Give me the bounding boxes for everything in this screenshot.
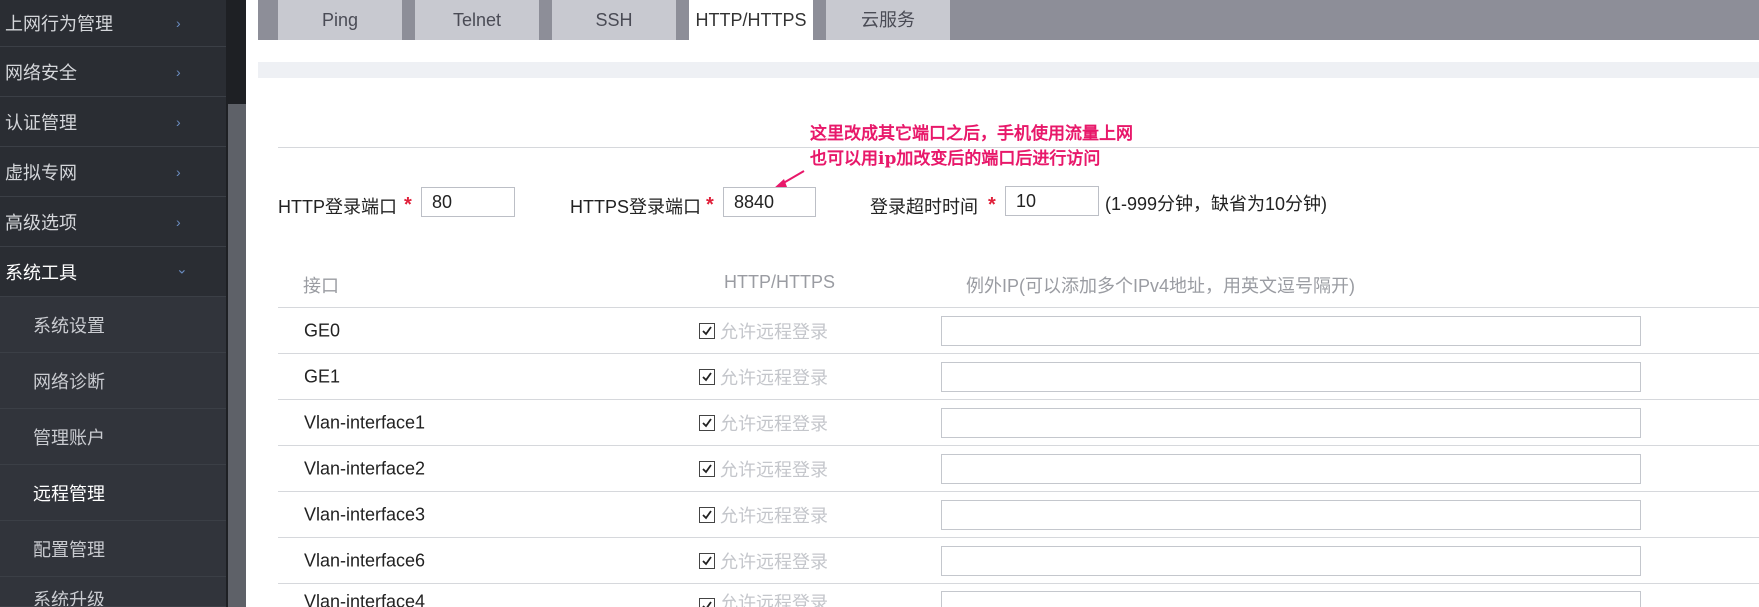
- checkbox-label: 允许远程登录: [720, 593, 828, 607]
- sidebar-item-label: 高级选项: [5, 212, 77, 233]
- interface-name: Vlan-interface3: [304, 504, 426, 524]
- content-gutter: [246, 0, 258, 607]
- required-mark: *: [706, 194, 714, 216]
- exception-ip-input[interactable]: [941, 591, 1641, 607]
- login-timeout-hint: (1-999分钟，缺省为10分钟): [1105, 194, 1328, 214]
- column-header-exception-ip: 例外IP(可以添加多个IPv4地址，用英文逗号隔开): [966, 276, 1356, 296]
- sidebar-item-label: 网络安全: [5, 62, 77, 83]
- table-row: GE1 允许远程登录: [278, 354, 1759, 400]
- interface-name: GE0: [304, 320, 341, 340]
- exception-ip-input[interactable]: [941, 453, 1641, 484]
- table-row: Vlan-interface3 允许远程登录: [278, 492, 1759, 538]
- sidebar-subitem-label: 配置管理: [33, 539, 105, 560]
- interface-name: Vlan-interface6: [304, 550, 426, 570]
- allow-remote-login-checkbox[interactable]: [699, 460, 715, 477]
- check-icon: [702, 509, 712, 519]
- sidebar-item-label: 系统工具: [5, 262, 77, 283]
- checkbox-label: 允许远程登录: [720, 459, 828, 480]
- exception-ip-input[interactable]: [941, 545, 1641, 576]
- tab-http-https[interactable]: HTTP/HTTPS: [689, 0, 813, 42]
- exception-ip-input[interactable]: [941, 499, 1641, 530]
- allow-remote-login-checkbox[interactable]: [699, 322, 715, 339]
- sidebar-item-advanced[interactable]: 高级选项 ›: [0, 197, 226, 247]
- checkbox-label: 允许远程登录: [720, 505, 828, 526]
- checkbox-label: 允许远程登录: [720, 413, 828, 434]
- sidebar-item-behavior-management[interactable]: 上网行为管理 ›: [0, 0, 226, 47]
- http-port-input[interactable]: 80: [421, 187, 515, 217]
- exception-ip-input[interactable]: [941, 315, 1641, 346]
- interface-name: Vlan-interface4: [304, 591, 426, 607]
- column-header-interface: 接口: [303, 276, 339, 296]
- interface-name: Vlan-interface1: [304, 412, 426, 432]
- chevron-right-icon: ›: [176, 163, 181, 180]
- table-row: Vlan-interface1 允许远程登录: [278, 400, 1759, 446]
- check-icon: [702, 325, 712, 335]
- chevron-down-icon: ⌄: [176, 260, 188, 277]
- sidebar-subitem-admin-accounts[interactable]: 管理账户: [0, 409, 226, 465]
- table-row: Vlan-interface6 允许远程登录: [278, 538, 1759, 584]
- sidebar-item-auth-management[interactable]: 认证管理 ›: [0, 97, 226, 147]
- allow-remote-login-checkbox[interactable]: [699, 598, 715, 607]
- https-port-label: HTTPS登录端口: [570, 197, 702, 217]
- sidebar-item-label: 上网行为管理: [5, 14, 113, 34]
- check-icon: [702, 417, 712, 427]
- sidebar-scrollbar-thumb[interactable]: [228, 104, 246, 607]
- checkbox-label: 允许远程登录: [720, 367, 828, 388]
- chevron-right-icon: ›: [176, 113, 181, 130]
- allow-remote-login-checkbox[interactable]: [699, 506, 715, 523]
- sidebar-item-label: 虚拟专网: [5, 162, 77, 183]
- check-icon: [702, 601, 712, 607]
- tab-cloud-service[interactable]: 云服务: [826, 0, 950, 40]
- http-port-label: HTTP登录端口: [278, 197, 397, 217]
- login-timeout-label: 登录超时时间: [870, 197, 978, 217]
- column-header-protocol: HTTP/HTTPS: [724, 272, 835, 292]
- sidebar-subitem-system-settings[interactable]: 系统设置: [0, 297, 226, 353]
- required-mark: *: [404, 194, 412, 216]
- sidebar-subitem-config-management[interactable]: 配置管理: [0, 521, 226, 577]
- required-mark: *: [988, 194, 996, 216]
- exception-ip-input[interactable]: [941, 361, 1641, 392]
- sidebar-subitem-label: 远程管理: [33, 483, 105, 504]
- chevron-right-icon: ›: [176, 15, 181, 31]
- sidebar-subitem-system-upgrade[interactable]: 系统升级: [0, 577, 226, 607]
- chevron-right-icon: ›: [176, 213, 181, 230]
- checkbox-label: 允许远程登录: [720, 551, 828, 572]
- tab-content-header: [258, 40, 1759, 62]
- tab-bar: Ping Telnet SSH HTTP/HTTPS 云服务: [258, 0, 1759, 42]
- tab-ping[interactable]: Ping: [278, 0, 402, 40]
- check-icon: [702, 463, 712, 473]
- exception-ip-input[interactable]: [941, 407, 1641, 438]
- sidebar-item-system-tools[interactable]: 系统工具 ⌄: [0, 247, 226, 297]
- sidebar-item-network-security[interactable]: 网络安全 ›: [0, 47, 226, 97]
- allow-remote-login-checkbox[interactable]: [699, 414, 715, 431]
- login-timeout-input[interactable]: 10: [1005, 186, 1099, 216]
- table-row: GE0 允许远程登录: [278, 308, 1759, 354]
- tab-ssh[interactable]: SSH: [552, 0, 676, 40]
- sidebar: 上网行为管理 › 网络安全 › 认证管理 › 虚拟专网 › 高级选项 › 系统工…: [0, 0, 226, 607]
- https-port-input[interactable]: 8840: [723, 187, 816, 217]
- annotation-line-2: 也可以用ip加改变后的端口后进行访问: [810, 149, 1101, 169]
- annotation-note: 这里改成其它端口之后，手机使用流量上网 也可以用ip加改变后的端口后进行访问: [810, 122, 1133, 172]
- chevron-right-icon: ›: [176, 63, 181, 80]
- allow-remote-login-checkbox[interactable]: [699, 552, 715, 569]
- interface-name: Vlan-interface2: [304, 458, 426, 478]
- allow-remote-login-checkbox[interactable]: [699, 368, 715, 385]
- tab-telnet[interactable]: Telnet: [415, 0, 539, 40]
- sidebar-subitem-network-diagnosis[interactable]: 网络诊断: [0, 353, 226, 409]
- table-row: Vlan-interface4 允许远程登录: [278, 584, 1759, 607]
- table-row: Vlan-interface2 允许远程登录: [278, 446, 1759, 492]
- sidebar-item-vpn[interactable]: 虚拟专网 ›: [0, 147, 226, 197]
- sidebar-item-label: 认证管理: [5, 112, 77, 133]
- check-icon: [702, 555, 712, 565]
- sidebar-subitem-label: 系统升级: [33, 590, 105, 607]
- interface-name: GE1: [304, 366, 341, 386]
- check-icon: [702, 371, 712, 381]
- annotation-line-1: 这里改成其它端口之后，手机使用流量上网: [810, 124, 1133, 144]
- sidebar-subitem-label: 系统设置: [33, 315, 105, 336]
- sidebar-subitem-label: 管理账户: [33, 427, 105, 448]
- remote-management-page: 上网行为管理 › 网络安全 › 认证管理 › 虚拟专网 › 高级选项 › 系统工…: [0, 0, 1759, 607]
- sidebar-subitem-label: 网络诊断: [33, 371, 105, 392]
- sidebar-subitem-remote-management[interactable]: 远程管理: [0, 465, 226, 521]
- checkbox-label: 允许远程登录: [720, 321, 828, 342]
